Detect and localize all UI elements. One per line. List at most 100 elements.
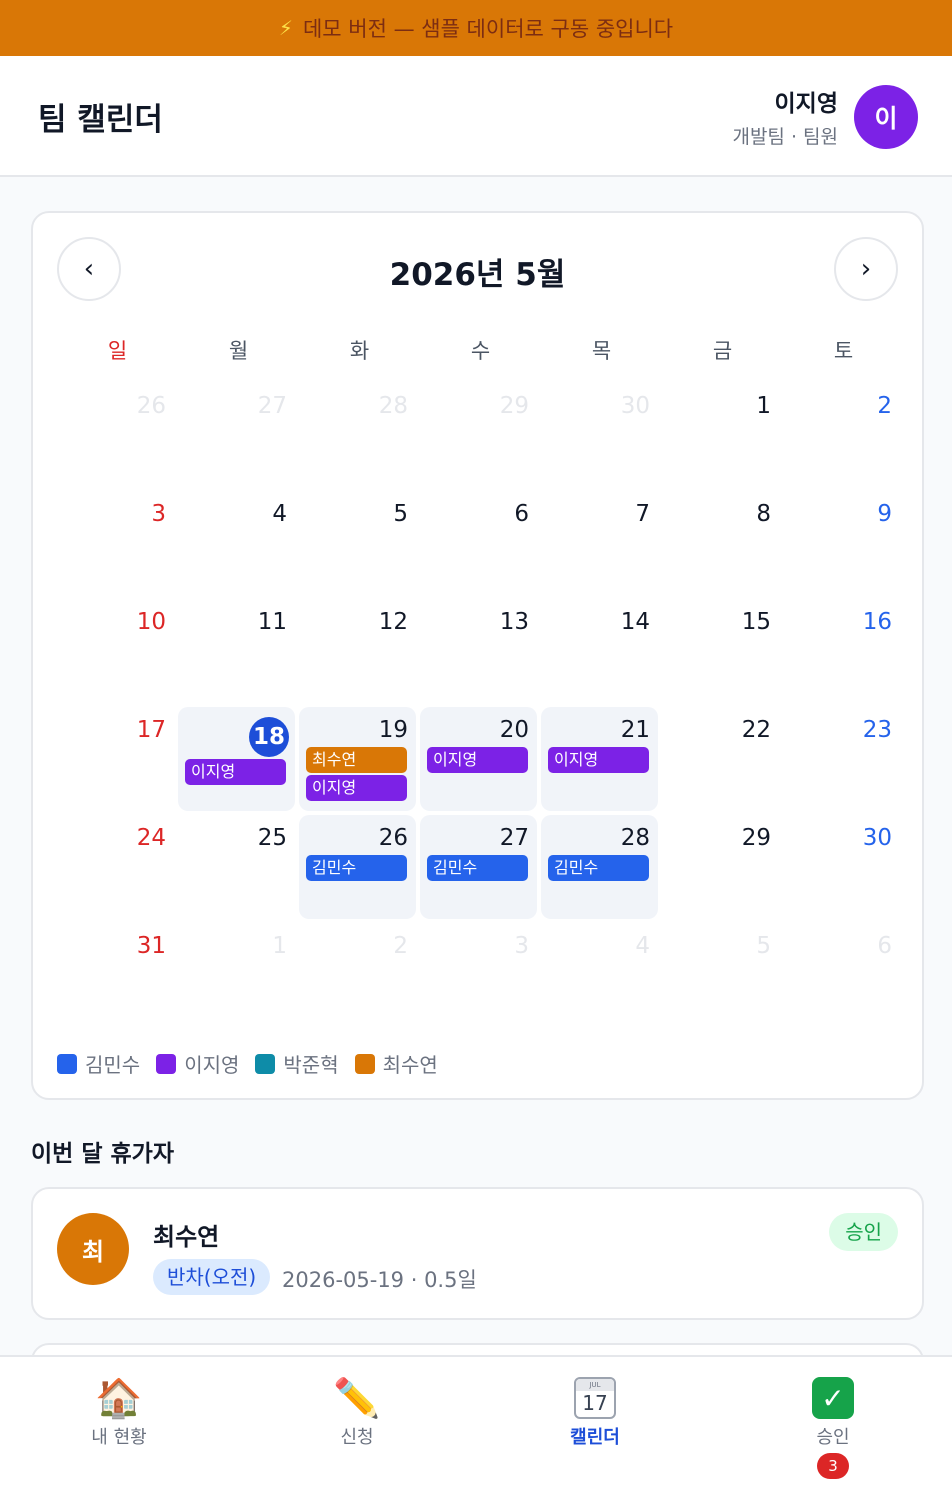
leave-card[interactable]: 최 최수연 반차(오전) 2026-05-19 · 0.5일 승인	[31, 1187, 924, 1320]
leave-event[interactable]: 이지영	[185, 759, 286, 785]
date-number: 1	[272, 933, 287, 959]
pencil-icon: ✏️	[333, 1375, 381, 1420]
calendar-day[interactable]: 1	[662, 383, 779, 487]
date-number: 23	[862, 717, 892, 743]
calendar-day[interactable]: 5	[662, 923, 779, 1027]
legend-swatch	[255, 1053, 276, 1074]
date-number: 6	[514, 501, 529, 527]
tab-my-status[interactable]: 🏠 내 현황	[0, 1375, 238, 1449]
calendar-day[interactable]: 4	[178, 491, 295, 595]
calendar-day[interactable]: 8	[662, 491, 779, 595]
calendar-icon: JUL 17	[574, 1377, 616, 1419]
tab-calendar[interactable]: JUL 17 캘린더	[476, 1375, 714, 1449]
check-icon-wrap: ✓	[714, 1375, 952, 1421]
check-icon: ✓	[812, 1377, 854, 1419]
date-number: 30	[620, 393, 650, 419]
calendar-day[interactable]: 9	[783, 491, 900, 595]
calendar-day[interactable]: 2	[783, 383, 900, 487]
weekday-label: 목	[591, 339, 612, 363]
leave-avatar: 최	[57, 1213, 129, 1285]
date-number: 1	[756, 393, 771, 419]
calendar-day[interactable]: 24	[57, 815, 174, 919]
leave-event[interactable]: 이지영	[427, 747, 528, 773]
calendar-day[interactable]: 20 이지영	[420, 707, 537, 811]
date-number: 10	[136, 609, 166, 635]
calendar-day[interactable]: 22	[662, 707, 779, 811]
legend-label: 김민수	[85, 1053, 141, 1077]
calendar-day[interactable]: 30	[541, 383, 658, 487]
calendar-day[interactable]: 3	[420, 923, 537, 1027]
next-month-button[interactable]: ›	[834, 237, 898, 301]
leave-event[interactable]: 이지영	[306, 775, 407, 801]
date-number: 27	[499, 825, 529, 851]
legend-label: 이지영	[184, 1053, 240, 1077]
calendar-day[interactable]: 19 최수연 이지영	[299, 707, 416, 811]
date-number: 30	[862, 825, 892, 851]
calendar-day[interactable]: 25	[178, 815, 295, 919]
date-number: 6	[877, 933, 892, 959]
date-number: 28	[378, 393, 408, 419]
date-number: 13	[499, 609, 529, 635]
month-label: 2026년 5월	[389, 257, 566, 293]
leave-name: 최수연	[153, 1223, 220, 1251]
calendar-day[interactable]: 6	[420, 491, 537, 595]
calendar-day[interactable]: 28	[299, 383, 416, 487]
calendar-day[interactable]: 29	[662, 815, 779, 919]
calendar-day[interactable]: 30	[783, 815, 900, 919]
calendar-legend: 김민수 이지영 박준혁 최수연	[57, 1049, 438, 1078]
calendar-day[interactable]: 5	[299, 491, 416, 595]
calendar-day[interactable]: 13	[420, 599, 537, 703]
calendar-day[interactable]: 6	[783, 923, 900, 1027]
calendar-day[interactable]: 3	[57, 491, 174, 595]
calendar-day[interactable]: 12	[299, 599, 416, 703]
calendar-day[interactable]: 11	[178, 599, 295, 703]
lightning-icon: ⚡	[278, 16, 293, 40]
user-role: 개발팀 · 팀원	[732, 126, 838, 148]
leave-event[interactable]: 김민수	[548, 855, 649, 881]
calendar-day[interactable]: 26	[57, 383, 174, 487]
prev-month-button[interactable]: ‹	[57, 237, 121, 301]
legend-item: 최수연	[354, 1049, 438, 1078]
today-date-number: 18	[249, 717, 289, 757]
calendar-day[interactable]: 18 이지영	[178, 707, 295, 811]
legend-swatch	[354, 1053, 375, 1074]
calendar-day[interactable]: 29	[420, 383, 537, 487]
calendar-day[interactable]: 1	[178, 923, 295, 1027]
avatar[interactable]: 이	[854, 84, 918, 149]
calendar-day[interactable]: 27	[178, 383, 295, 487]
date-number: 19	[378, 717, 408, 743]
weekday-label: 일	[107, 339, 128, 363]
calendar-day[interactable]: 16	[783, 599, 900, 703]
user-name: 이지영	[774, 91, 838, 117]
calendar-day[interactable]: 15	[662, 599, 779, 703]
date-number: 24	[136, 825, 166, 851]
date-number: 5	[756, 933, 771, 959]
approval-count-badge: 3	[817, 1453, 849, 1479]
leave-section-title: 이번 달 휴가자	[31, 1141, 174, 1167]
leave-event[interactable]: 김민수	[427, 855, 528, 881]
bottom-tab-bar: 🏠 내 현황 ✏️ 신청 JUL 17 캘린더 ✓ 승인 3	[0, 1355, 952, 1494]
date-number: 3	[514, 933, 529, 959]
tab-request[interactable]: ✏️ 신청	[238, 1375, 476, 1449]
leave-event[interactable]: 이지영	[548, 747, 649, 773]
date-number: 17	[136, 717, 166, 743]
calendar-day[interactable]: 27 김민수	[420, 815, 537, 919]
tab-approval[interactable]: ✓ 승인 3	[714, 1375, 952, 1479]
calendar-day[interactable]: 23	[783, 707, 900, 811]
leave-event[interactable]: 최수연	[306, 747, 407, 773]
calendar-day[interactable]: 7	[541, 491, 658, 595]
calendar-day[interactable]: 2	[299, 923, 416, 1027]
calendar-day[interactable]: 28 김민수	[541, 815, 658, 919]
calendar-day[interactable]: 10	[57, 599, 174, 703]
calendar-card: 2026년 5월 ‹ › 일월화수목금토 26 27 28 29 30 1 2 3 4 5 6 7 8 9…	[31, 211, 924, 1100]
calendar-day[interactable]: 4	[541, 923, 658, 1027]
date-number: 11	[257, 609, 287, 635]
date-number: 8	[756, 501, 771, 527]
calendar-day[interactable]: 17	[57, 707, 174, 811]
calendar-day[interactable]: 14	[541, 599, 658, 703]
user-profile[interactable]: 이지영 개발팀 · 팀원 이	[732, 84, 918, 149]
leave-event[interactable]: 김민수	[306, 855, 407, 881]
calendar-day[interactable]: 26 김민수	[299, 815, 416, 919]
calendar-day[interactable]: 21 이지영	[541, 707, 658, 811]
calendar-day[interactable]: 31	[57, 923, 174, 1027]
